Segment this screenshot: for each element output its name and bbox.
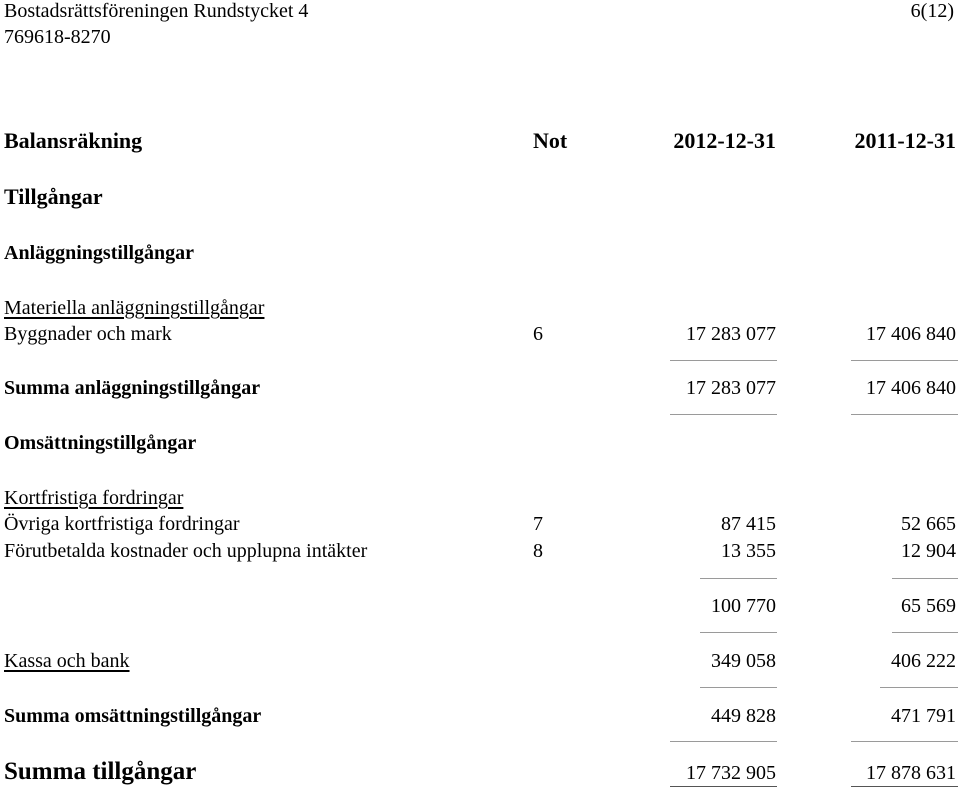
divider xyxy=(892,578,958,579)
divider xyxy=(670,414,777,415)
section-heading-current-assets: Omsättningstillgångar xyxy=(4,432,197,454)
row-value-previous: 65 569 xyxy=(901,595,956,617)
divider xyxy=(700,632,777,633)
row-value-current: 17 283 077 xyxy=(686,377,776,399)
row-value-previous: 406 222 xyxy=(891,650,956,672)
report-title: Balansräkning xyxy=(4,128,143,153)
total-value-previous: 17 878 631 xyxy=(866,762,956,784)
row-value-previous: 17 406 840 xyxy=(866,377,956,399)
subheading-short-term-receivables: Kortfristiga fordringar xyxy=(4,487,184,509)
double-underline xyxy=(851,786,958,787)
divider xyxy=(880,687,958,688)
row-value-current: 449 828 xyxy=(711,705,776,727)
row-value-current: 17 283 077 xyxy=(686,323,776,345)
row-value-previous: 52 665 xyxy=(901,513,956,535)
divider xyxy=(851,360,958,361)
divider xyxy=(700,687,777,688)
row-value-previous: 12 904 xyxy=(901,540,956,562)
row-label: Summa anläggningstillgångar xyxy=(4,377,261,399)
divider xyxy=(851,414,958,415)
divider xyxy=(700,578,777,579)
row-value-previous: 471 791 xyxy=(891,705,956,727)
row-value-current: 87 415 xyxy=(721,513,776,535)
row-value-current: 13 355 xyxy=(721,540,776,562)
page-number: 6(12) xyxy=(910,0,954,22)
double-underline xyxy=(670,786,777,787)
divider xyxy=(670,360,777,361)
column-header-current-year: 2012-12-31 xyxy=(673,128,776,153)
row-label: Byggnader och mark xyxy=(4,323,172,345)
column-header-note: Not xyxy=(533,128,568,153)
organization-name: Bostadsrättsföreningen Rundstycket 4 xyxy=(4,0,309,22)
row-value-previous: 17 406 840 xyxy=(866,323,956,345)
divider xyxy=(670,741,777,742)
row-label: Förutbetalda kostnader och upplupna intä… xyxy=(4,540,368,562)
organization-number: 769618-8270 xyxy=(4,26,111,48)
divider xyxy=(851,741,958,742)
row-label: Övriga kortfristiga fordringar xyxy=(4,513,240,535)
section-heading-fixed-assets: Anläggningstillgångar xyxy=(4,242,195,264)
row-value-current: 349 058 xyxy=(711,650,776,672)
row-value-current: 100 770 xyxy=(711,595,776,617)
column-header-previous-year: 2011-12-31 xyxy=(854,128,956,153)
row-note: 6 xyxy=(533,323,543,345)
total-value-current: 17 732 905 xyxy=(686,762,776,784)
row-note: 8 xyxy=(533,540,543,562)
row-label: Summa omsättningstillgångar xyxy=(4,705,262,727)
divider xyxy=(892,632,958,633)
row-note: 7 xyxy=(533,513,543,535)
subheading-cash-and-bank: Kassa och bank xyxy=(4,650,130,672)
subheading-tangible-fixed-assets: Materiella anläggningstillgångar xyxy=(4,297,265,319)
total-label: Summa tillgångar xyxy=(4,758,197,785)
section-heading-assets: Tillgångar xyxy=(4,184,103,209)
